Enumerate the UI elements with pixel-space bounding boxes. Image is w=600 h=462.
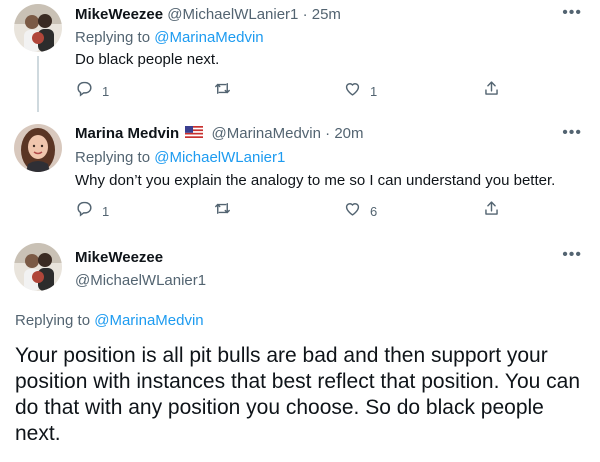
share-icon	[482, 79, 501, 103]
tweet-actions: 1 1	[75, 80, 515, 102]
heart-icon	[343, 79, 362, 103]
like-count: 1	[370, 83, 378, 99]
mention-link[interactable]: @MichaelWLanier1	[154, 149, 285, 166]
us-flag-icon	[185, 125, 204, 142]
tweet-text: Your position is all pit bulls are bad a…	[15, 344, 581, 445]
tweet-text: Do black people next.	[75, 51, 220, 68]
replying-to: Replying to @MichaelWLanier1	[75, 149, 285, 166]
share-icon	[482, 199, 501, 223]
separator: ·	[302, 6, 308, 23]
more-icon[interactable]: •••	[562, 124, 582, 142]
separator: ·	[325, 125, 331, 142]
mention-link[interactable]: @MarinaMedvin	[154, 29, 263, 46]
tweet-header: MikeWeezee @MichaelWLanier1 · 25m	[75, 6, 341, 23]
retweet-icon	[213, 199, 232, 223]
display-name[interactable]: Marina Medvin	[75, 125, 179, 142]
replying-prefix: Replying to	[75, 29, 151, 46]
like-button[interactable]: 6	[343, 200, 377, 222]
timestamp[interactable]: 25m	[312, 6, 341, 23]
reply-icon	[75, 199, 94, 223]
share-button[interactable]	[482, 80, 501, 102]
mention-link[interactable]: @MarinaMedvin	[94, 312, 203, 329]
replying-prefix: Replying to	[75, 149, 151, 166]
retweet-icon	[213, 79, 232, 103]
retweet-button[interactable]	[213, 80, 232, 102]
tweet-header: Marina Medvin @MarinaMedvin · 20m	[75, 125, 364, 142]
handle[interactable]: @MichaelWLanier1	[167, 6, 298, 23]
replying-to: Replying to @MarinaMedvin	[75, 29, 264, 46]
tweet-text: Why don’t you explain the analogy to me …	[75, 172, 556, 189]
reply-button[interactable]: 1	[75, 80, 109, 102]
retweet-button[interactable]	[213, 200, 232, 222]
more-icon[interactable]: •••	[562, 4, 582, 22]
avatar[interactable]	[14, 124, 62, 172]
reply-count: 1	[102, 83, 110, 99]
reply-count: 1	[102, 203, 110, 219]
thread-line	[37, 56, 39, 112]
tweet-actions: 1 6	[75, 200, 515, 222]
display-name[interactable]: MikeWeezee	[75, 249, 163, 266]
timestamp[interactable]: 20m	[334, 125, 363, 142]
display-name[interactable]: MikeWeezee	[75, 6, 163, 23]
replying-prefix: Replying to	[15, 312, 91, 329]
avatar[interactable]	[14, 4, 62, 52]
share-button[interactable]	[482, 200, 501, 222]
heart-icon	[343, 199, 362, 223]
reply-button[interactable]: 1	[75, 200, 109, 222]
avatar[interactable]	[14, 243, 62, 291]
reply-icon	[75, 79, 94, 103]
more-icon[interactable]: •••	[562, 246, 582, 264]
handle[interactable]: @MichaelWLanier1	[75, 272, 206, 289]
like-count: 6	[370, 203, 378, 219]
handle[interactable]: @MarinaMedvin	[212, 125, 321, 142]
replying-to: Replying to @MarinaMedvin	[15, 312, 204, 329]
like-button[interactable]: 1	[343, 80, 377, 102]
